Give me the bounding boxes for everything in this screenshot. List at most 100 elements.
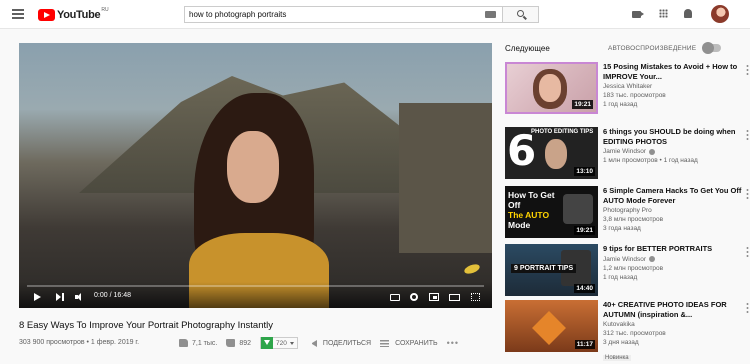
like-button[interactable]: 7,1 тыс. xyxy=(179,339,217,347)
video-actions: 7,1 тыс. 892 720 ПОДЕЛИТЬСЯ СОХРАНИТЬ ••… xyxy=(179,336,466,350)
youtube-logo[interactable]: YouTube RU xyxy=(38,7,109,22)
thumbs-down-icon xyxy=(226,339,236,347)
like-count: 7,1 тыс. xyxy=(192,339,218,347)
playlist-add-icon xyxy=(380,339,390,347)
chevron-down-icon xyxy=(289,341,294,345)
duration-badge: 19:21 xyxy=(572,100,593,109)
video-views-date: 303 900 просмотров • 1 февр. 2019 г. xyxy=(19,339,140,346)
channel-watermark-icon[interactable] xyxy=(463,262,481,276)
menu-icon[interactable] xyxy=(12,9,24,19)
recommendation-views: 1,2 млн просмотров xyxy=(603,264,664,272)
notifications-bell-icon[interactable] xyxy=(684,9,692,18)
apps-grid-icon[interactable] xyxy=(659,9,668,18)
thumbnail-caption: How To Get Off The AUTO Mode xyxy=(508,190,555,230)
recommendation-item[interactable]: 6 PHOTO EDITING TIPS 13:10 6 things you … xyxy=(505,127,749,181)
recommendation-views: 312 тыс. просмотров xyxy=(603,330,666,337)
share-button[interactable]: ПОДЕЛИТЬСЯ xyxy=(307,339,372,347)
keyboard-icon[interactable] xyxy=(485,11,496,18)
more-vertical-icon[interactable] xyxy=(746,246,749,257)
volume-icon[interactable] xyxy=(75,293,85,301)
recommendation-item[interactable]: 9 PORTRAIT TIPS 14:40 9 tips for BETTER … xyxy=(505,244,749,298)
more-vertical-icon[interactable] xyxy=(746,64,749,75)
more-vertical-icon[interactable] xyxy=(746,129,749,140)
recommendation-age: 3 года назад xyxy=(603,225,641,232)
more-vertical-icon[interactable] xyxy=(746,302,749,313)
more-vertical-icon[interactable] xyxy=(746,188,749,199)
settings-gear-icon[interactable] xyxy=(410,293,418,301)
channel-name[interactable]: Photography Pro xyxy=(603,207,743,214)
recommendation-views: 183 тыс. просмотров xyxy=(603,92,666,99)
video-thumbnail[interactable]: 9 PORTRAIT TIPS 14:40 xyxy=(505,244,598,296)
autoplay-toggle[interactable] xyxy=(702,42,721,54)
video-title: 8 Easy Ways To Improve Your Portrait Pho… xyxy=(19,320,273,331)
video-thumbnail[interactable]: 11:17 xyxy=(505,300,598,352)
youtube-play-icon xyxy=(38,8,55,21)
progress-bar[interactable] xyxy=(27,285,484,287)
video-player[interactable]: 0:00 / 16:48 xyxy=(19,43,492,308)
channel-name[interactable]: Jamie Windsor xyxy=(603,256,743,263)
channel-name[interactable]: Jamie Windsor xyxy=(603,148,743,155)
play-icon[interactable] xyxy=(34,293,41,301)
verified-icon xyxy=(648,148,655,155)
time-display: 0:00 / 16:48 xyxy=(94,292,131,299)
duration-badge: 19:21 xyxy=(574,226,595,235)
player-controls: 0:00 / 16:48 xyxy=(19,282,492,308)
recommendation-title[interactable]: 15 Posing Mistakes to Avoid + How to IMP… xyxy=(603,62,743,81)
dislike-count: 892 xyxy=(239,339,252,347)
fullscreen-icon[interactable] xyxy=(471,293,480,301)
recommendation-title[interactable]: 40+ CREATIVE PHOTO IDEAS FOR AUTUMN (ins… xyxy=(603,300,743,319)
thumbnail-caption: 9 PORTRAIT TIPS xyxy=(511,264,577,273)
logo-region: RU xyxy=(101,7,109,13)
new-badge: Новинка xyxy=(603,355,631,361)
video-thumbnail[interactable]: How To Get Off The AUTO Mode 19:21 xyxy=(505,186,598,238)
recommendation-age: 3 дня назад xyxy=(603,339,639,346)
search-button[interactable] xyxy=(503,6,539,23)
save-label: СОХРАНИТЬ xyxy=(395,339,438,347)
download-button[interactable]: 720 xyxy=(260,337,298,349)
create-video-icon[interactable] xyxy=(632,11,644,18)
recommendation-views-age: 1 млн просмотров • 1 год назад xyxy=(603,157,698,164)
share-label: ПОДЕЛИТЬСЯ xyxy=(322,339,372,347)
video-thumbnail[interactable]: 19:21 xyxy=(505,62,598,114)
download-resolution: 720 xyxy=(276,339,287,347)
recommendation-title[interactable]: 6 Simple Camera Hacks To Get You Off AUT… xyxy=(603,186,743,205)
search-bar: how to photograph portraits xyxy=(184,6,539,23)
logo-text: YouTube xyxy=(57,8,101,21)
recommendation-item[interactable]: 11:17 40+ CREATIVE PHOTO IDEAS FOR AUTUM… xyxy=(505,300,749,361)
recommendation-title[interactable]: 9 tips for BETTER PORTRAITS xyxy=(603,244,743,254)
recommendation-views: 3,8 млн просмотров xyxy=(603,216,664,223)
recommendation-item[interactable]: 19:21 15 Posing Mistakes to Avoid + How … xyxy=(505,62,749,116)
video-frame xyxy=(19,43,492,308)
verified-icon xyxy=(648,256,655,262)
dislike-button[interactable]: 892 xyxy=(226,339,251,347)
channel-name[interactable]: Jessica Whitaker xyxy=(603,83,743,90)
recommendation-age: 1 год назад xyxy=(603,273,638,281)
share-icon xyxy=(307,339,317,347)
up-next-heading: Следующее xyxy=(505,44,550,53)
search-icon xyxy=(517,10,524,17)
channel-name[interactable]: Kutovakika xyxy=(603,321,743,328)
more-actions-button[interactable]: ••• xyxy=(446,338,460,348)
miniplayer-icon[interactable] xyxy=(429,293,439,301)
recommendation-item[interactable]: How To Get Off The AUTO Mode 19:21 6 Simpl… xyxy=(505,186,749,240)
video-thumbnail[interactable]: 6 PHOTO EDITING TIPS 13:10 xyxy=(505,127,598,179)
thumbnail-caption: PHOTO EDITING TIPS xyxy=(531,129,594,135)
theater-mode-icon[interactable] xyxy=(449,294,460,301)
recommendation-title[interactable]: 6 things you SHOULD be doing when EDITIN… xyxy=(603,127,743,146)
thumbnail-number: 6 xyxy=(507,127,537,175)
recommendation-age: 1 год назад xyxy=(603,101,638,108)
account-avatar[interactable] xyxy=(711,5,729,23)
search-query: how to photograph portraits xyxy=(189,10,287,19)
save-button[interactable]: СОХРАНИТЬ xyxy=(380,339,438,347)
download-arrow-icon xyxy=(261,337,274,349)
thumbs-up-icon xyxy=(179,339,188,347)
top-bar: YouTube RU how to photograph portraits xyxy=(0,0,750,29)
duration-badge: 11:17 xyxy=(574,340,595,349)
duration-badge: 14:40 xyxy=(574,284,595,293)
subtitles-icon[interactable] xyxy=(390,294,400,301)
duration-badge: 13:10 xyxy=(574,167,595,176)
search-input[interactable]: how to photograph portraits xyxy=(184,6,503,23)
more-horizontal-icon: ••• xyxy=(446,338,460,348)
next-video-icon[interactable] xyxy=(56,293,64,301)
autoplay-label: АВТОВОСПРОИЗВЕДЕНИЕ xyxy=(608,45,697,52)
